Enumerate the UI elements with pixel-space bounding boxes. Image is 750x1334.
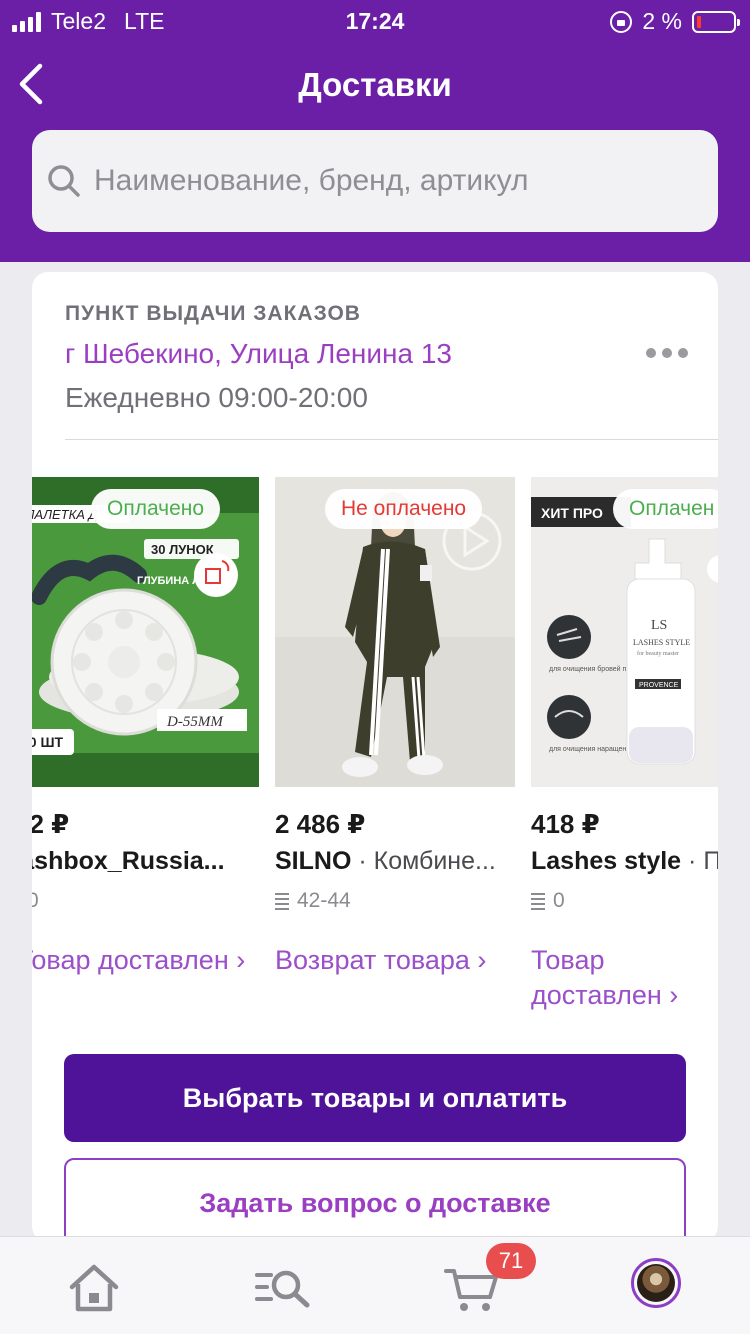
tab-profile-avatar[interactable] bbox=[631, 1258, 681, 1308]
product-price: 62 ₽ bbox=[32, 809, 70, 839]
product-size: 42-44 bbox=[275, 889, 351, 913]
pickup-point-label: ПУНКТ ВЫДАЧИ ЗАКАЗОВ bbox=[65, 302, 361, 325]
dot-icon bbox=[662, 348, 672, 358]
image-caption: D-55MM bbox=[166, 714, 224, 730]
search-icon bbox=[48, 165, 80, 197]
product-price: 418 ₽ bbox=[531, 809, 600, 839]
image-caption: ХИТ ПРО bbox=[541, 505, 603, 521]
image-caption: 20 ШТ bbox=[32, 734, 64, 750]
cart-count-badge: 71 bbox=[486, 1243, 536, 1279]
product-title: · Комбине... bbox=[358, 847, 496, 875]
delivery-card: ПУНКТ ВЫДАЧИ ЗАКАЗОВ г Шебекино, Улица Л… bbox=[32, 272, 718, 1242]
product-price: 2 486 ₽ bbox=[275, 809, 366, 839]
more-options-button[interactable] bbox=[646, 342, 688, 364]
return-status-link[interactable]: Возврат товара › bbox=[275, 943, 515, 978]
payment-status-badge: Оплачено bbox=[91, 489, 221, 529]
image-caption: ПАЛЕТКА Д bbox=[32, 507, 98, 522]
tab-home[interactable] bbox=[64, 1257, 124, 1317]
product-brand: Lashes style bbox=[531, 847, 682, 875]
divider bbox=[65, 439, 718, 440]
product-name: Lashbox_Russia... bbox=[32, 847, 245, 876]
pickup-hours: Ежедневно 09:00-20:00 bbox=[65, 382, 368, 413]
product-size: 0 bbox=[32, 889, 39, 913]
page-title: Доставки bbox=[298, 66, 452, 103]
product-brand: Lashbox_Russia... bbox=[32, 847, 225, 875]
status-bar: Tele2 LTE 17:24 2 % bbox=[0, 0, 750, 42]
dot-icon bbox=[678, 348, 688, 358]
tab-catalog[interactable] bbox=[253, 1257, 313, 1317]
search-input[interactable] bbox=[94, 164, 694, 198]
avatar bbox=[637, 1264, 675, 1302]
image-caption: LASHES STYLE bbox=[633, 638, 690, 647]
product-card[interactable]: ПАЛЕТКА Д 30 ЛУНОК ГЛУБИНА Л D-55MM 0 ШТ… bbox=[32, 477, 259, 1037]
image-caption: PROVENCE bbox=[639, 682, 679, 689]
product-size-value: 0 bbox=[32, 889, 39, 912]
image-caption: LS bbox=[651, 618, 667, 633]
size-icon bbox=[531, 892, 545, 910]
select-and-pay-button[interactable]: Выбрать товары и оплатить bbox=[64, 1054, 686, 1142]
product-size-value: 42-44 bbox=[297, 889, 351, 912]
product-name: Lashes style · П bbox=[531, 847, 718, 876]
battery-percent: 2 % bbox=[642, 8, 682, 34]
payment-status-badge: Не оплачено bbox=[325, 489, 483, 529]
product-size-value: 0 bbox=[553, 889, 565, 912]
orientation-lock-icon bbox=[610, 10, 633, 33]
pickup-address[interactable]: г Шебекино, Улица Ленина 13 bbox=[65, 338, 452, 370]
product-name: SILNO · Комбине... bbox=[275, 847, 515, 876]
home-icon bbox=[69, 1264, 119, 1312]
header: Tele2 LTE 17:24 2 % Доставки bbox=[0, 0, 750, 262]
nav-bar: Доставки bbox=[0, 56, 750, 112]
search-bar[interactable] bbox=[32, 130, 718, 232]
product-card[interactable]: Не оплачено 2 486 ₽ SILNO · Комбине... 4… bbox=[275, 477, 515, 1037]
delivery-status-link[interactable]: Товар доставлен › bbox=[531, 943, 718, 1013]
product-size: 0 bbox=[531, 889, 565, 913]
product-brand: SILNO bbox=[275, 847, 352, 875]
size-icon bbox=[275, 892, 289, 910]
delivery-status-link[interactable]: Товар доставлен › bbox=[32, 943, 257, 978]
ask-delivery-question-button[interactable]: Задать вопрос о доставке bbox=[64, 1158, 686, 1242]
catalog-search-icon bbox=[255, 1270, 310, 1308]
payment-status-badge: Оплачен bbox=[613, 489, 718, 529]
product-card[interactable]: ХИТ ПРО для очищения бровей перед окраши… bbox=[531, 477, 718, 1037]
product-title: · П bbox=[688, 847, 718, 875]
image-caption: 30 ЛУНОК bbox=[151, 542, 214, 557]
image-caption: for beauty master bbox=[637, 650, 679, 657]
image-caption: ГЛУБИНА Л bbox=[137, 575, 200, 587]
products-carousel[interactable]: ПАЛЕТКА Д 30 ЛУНОК ГЛУБИНА Л D-55MM 0 ШТ… bbox=[32, 477, 718, 1037]
dot-icon bbox=[646, 348, 656, 358]
battery-icon bbox=[692, 10, 740, 33]
